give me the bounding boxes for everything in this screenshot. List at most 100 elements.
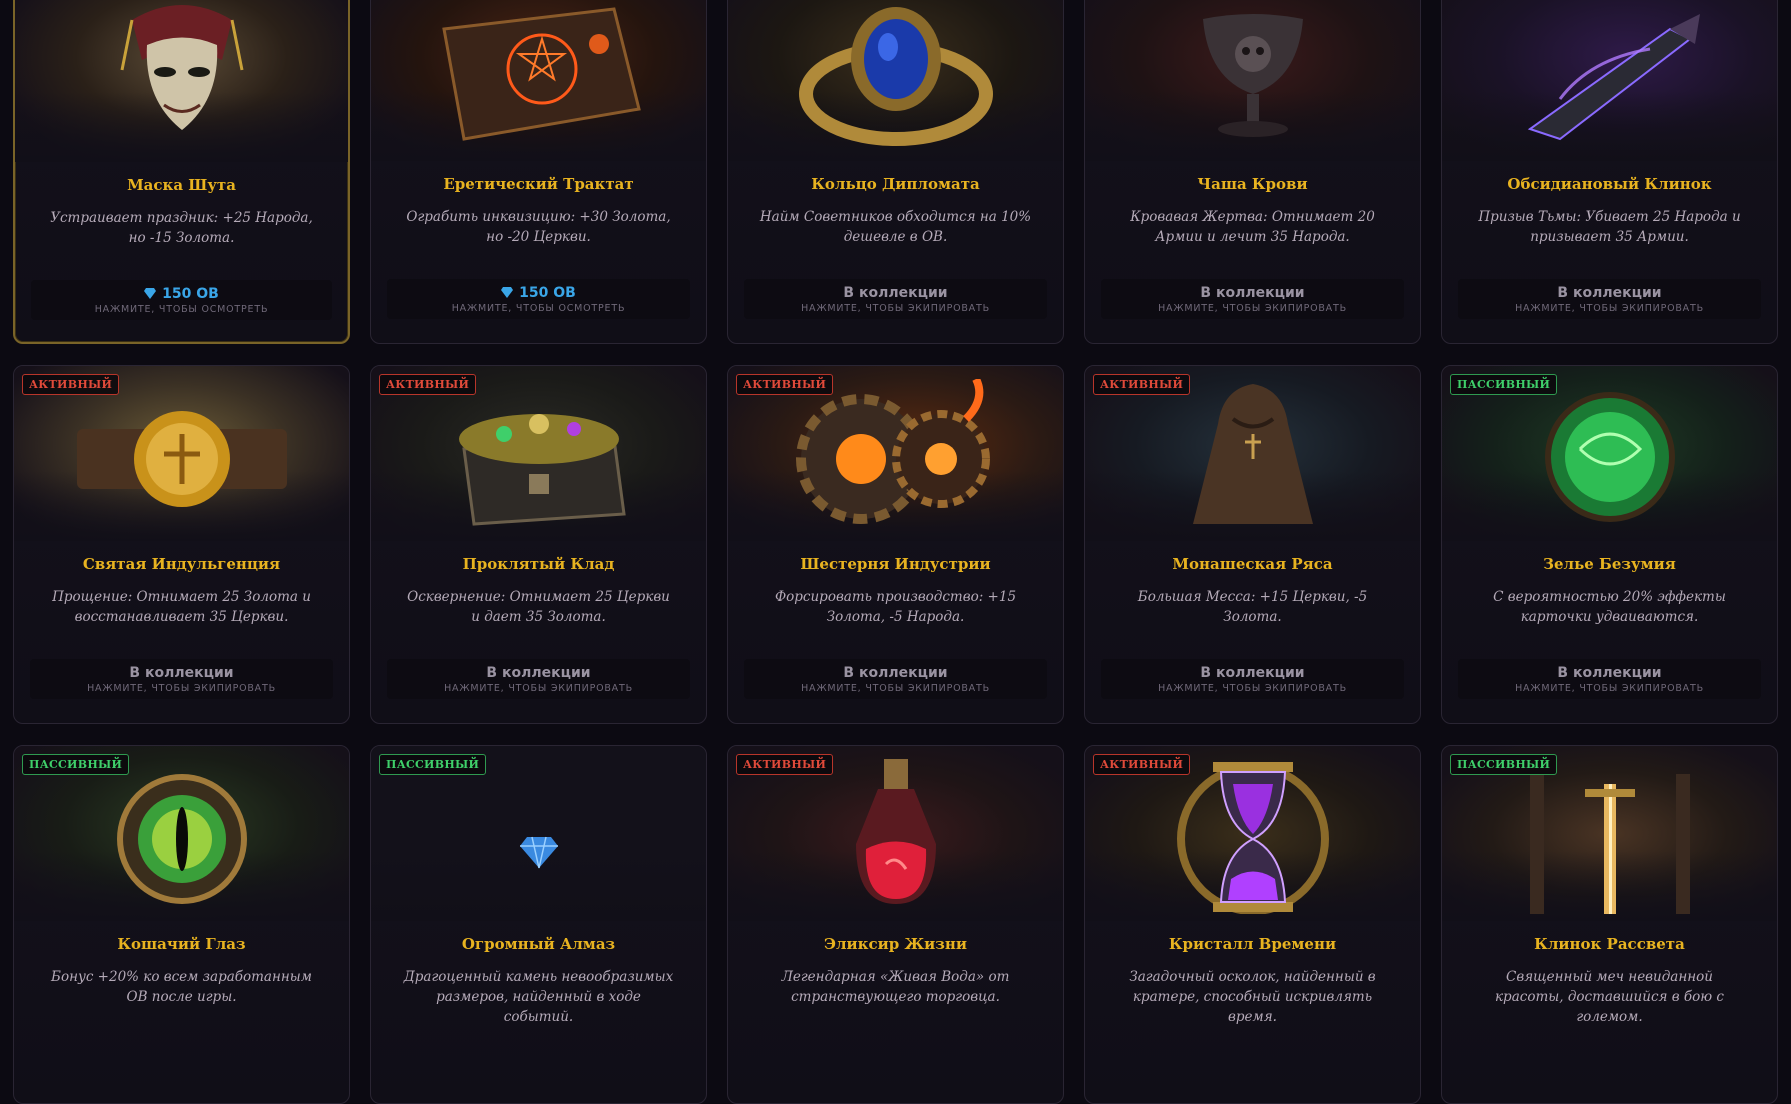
card-description: Легендарная «Живая Вода» от странствующе… bbox=[781, 969, 1010, 1005]
diamond-icon bbox=[501, 287, 514, 298]
artifact-card-cursed-chest[interactable]: АКТИВНЫЙ Проклятый Клад Осквернение: Отн… bbox=[370, 365, 707, 724]
holy-seal-icon bbox=[76, 410, 287, 507]
badge-passive: ПАССИВНЫЙ bbox=[1450, 754, 1558, 775]
life-elixir-icon bbox=[855, 758, 936, 904]
artifact-card-sapphire-ring[interactable]: Кольцо Дипломата Найм Советников обходит… bbox=[727, 0, 1064, 344]
heretic-book-art bbox=[371, 0, 706, 161]
artifact-card-industry-gear[interactable]: АКТИВНЫЙ Шестерня Индустрии Форсировать … bbox=[727, 365, 1064, 724]
equip-button[interactable]: В коллекции НАЖМИТЕ, ЧТОБЫ ЭКИПИРОВАТЬ bbox=[1458, 279, 1761, 319]
collection-status: В коллекции bbox=[843, 285, 948, 301]
action-hint: НАЖМИТЕ, ЧТОБЫ ЭКИПИРОВАТЬ bbox=[444, 683, 633, 694]
equip-button[interactable]: В коллекции НАЖМИТЕ, ЧТОБЫ ЭКИПИРОВАТЬ bbox=[744, 279, 1047, 319]
badge-active: АКТИВНЫЙ bbox=[736, 374, 834, 395]
action-hint: НАЖМИТЕ, ЧТОБЫ ЭКИПИРОВАТЬ bbox=[801, 303, 990, 314]
monk-robe-icon bbox=[1192, 383, 1313, 524]
artifact-card-diamond[interactable]: ПАССИВНЫЙ Огромный Алмаз Драгоценный кам… bbox=[370, 745, 707, 1104]
card-title: Зелье Безумия bbox=[1543, 555, 1676, 573]
card-description: Священный меч невиданной красоты, достав… bbox=[1495, 969, 1724, 1025]
action-hint: НАЖМИТЕ, ЧТОБЫ ЭКИПИРОВАТЬ bbox=[801, 683, 990, 694]
artifact-card-jester-mask[interactable]: Маска Шута Устраивает праздник: +25 Наро… bbox=[13, 0, 350, 344]
artifact-card-time-crystal[interactable]: АКТИВНЫЙ Кристалл Времени Загадочный оск… bbox=[1084, 745, 1421, 1104]
price-label: 150 ОВ bbox=[387, 285, 690, 301]
card-description: Загадочный осколок, найденный в кратере,… bbox=[1129, 969, 1376, 1025]
card-title: Монашеская Ряса bbox=[1172, 555, 1333, 573]
action-hint: НАЖМИТЕ, ЧТОБЫ ЭКИПИРОВАТЬ bbox=[1158, 303, 1347, 314]
card-description: Призыв Тьмы: Убивает 25 Народа и призыва… bbox=[1478, 209, 1741, 245]
card-title: Клинок Рассвета bbox=[1534, 935, 1685, 953]
action-hint: НАЖМИТЕ, ЧТОБЫ ЭКИПИРОВАТЬ bbox=[1515, 303, 1704, 314]
card-description: Найм Советников обходится на 10% дешевле… bbox=[759, 209, 1032, 245]
equip-button[interactable]: В коллекции НАЖМИТЕ, ЧТОБЫ ЭКИПИРОВАТЬ bbox=[387, 659, 690, 699]
artifact-card-dawn-blade[interactable]: ПАССИВНЫЙ Клинок Рассвета Священный меч … bbox=[1441, 745, 1778, 1104]
jester-mask-icon bbox=[120, 4, 243, 130]
card-description: Прощение: Отнимает 25 Золота и восстанав… bbox=[52, 589, 311, 625]
badge-passive: ПАССИВНЫЙ bbox=[1450, 374, 1558, 395]
equip-button[interactable]: В коллекции НАЖМИТЕ, ЧТОБЫ ЭКИПИРОВАТЬ bbox=[30, 659, 333, 699]
card-title: Проклятый Клад bbox=[462, 555, 615, 573]
artifact-card-holy-seal[interactable]: АКТИВНЫЙ Святая Индульгенция Прощение: О… bbox=[13, 365, 350, 724]
card-description: Драгоценный камень невообразимых размеро… bbox=[403, 969, 674, 1025]
collection-status: В коллекции bbox=[1557, 285, 1662, 301]
cat-eye-icon bbox=[116, 773, 247, 904]
card-title: Кольцо Дипломата bbox=[811, 175, 980, 193]
artifact-card-heretic-book[interactable]: Еретический Трактат Ограбить инквизицию:… bbox=[370, 0, 707, 344]
inspect-button[interactable]: 150 ОВ НАЖМИТЕ, ЧТОБЫ ОСМОТРЕТЬ bbox=[387, 279, 690, 319]
artifact-card-blood-chalice[interactable]: Чаша Крови Кровавая Жертва: Отнимает 20 … bbox=[1084, 0, 1421, 344]
diamond-icon bbox=[519, 836, 558, 868]
jester-mask-art bbox=[15, 0, 348, 162]
madness-potion-icon bbox=[1544, 391, 1675, 522]
blood-chalice-art bbox=[1085, 0, 1420, 161]
badge-active: АКТИВНЫЙ bbox=[22, 374, 120, 395]
obsidian-blade-icon bbox=[1527, 13, 1700, 140]
card-title: Эликсир Жизни bbox=[824, 935, 967, 953]
card-description: С вероятностью 20% эффекты карточки удва… bbox=[1493, 589, 1726, 625]
equip-button[interactable]: В коллекции НАЖМИТЕ, ЧТОБЫ ЭКИПИРОВАТЬ bbox=[744, 659, 1047, 699]
artifact-card-monk-robe[interactable]: АКТИВНЫЙ Монашеская Ряса Большая Месса: … bbox=[1084, 365, 1421, 724]
heretic-book-icon bbox=[441, 6, 641, 141]
card-description: Кровавая Жертва: Отнимает 20 Армии и леч… bbox=[1130, 209, 1375, 245]
artifact-card-cat-eye[interactable]: ПАССИВНЫЙ Кошачий Глаз Бонус +20% ко все… bbox=[13, 745, 350, 1104]
hourglass-icon bbox=[1176, 761, 1329, 914]
collection-status: В коллекции bbox=[129, 665, 234, 681]
equip-button[interactable]: В коллекции НАЖМИТЕ, ЧТОБЫ ЭКИПИРОВАТЬ bbox=[1101, 279, 1404, 319]
card-description: Бонус +20% ко всем заработанным ОВ после… bbox=[51, 969, 312, 1005]
collection-status: В коллекции bbox=[1557, 665, 1662, 681]
badge-active: АКТИВНЫЙ bbox=[1093, 374, 1191, 395]
badge-passive: ПАССИВНЫЙ bbox=[22, 754, 130, 775]
artifact-card-madness-potion[interactable]: ПАССИВНЫЙ Зелье Безумия С вероятностью 2… bbox=[1441, 365, 1778, 724]
equip-button[interactable]: В коллекции НАЖМИТЕ, ЧТОБЫ ЭКИПИРОВАТЬ bbox=[1101, 659, 1404, 699]
cursed-chest-icon bbox=[458, 413, 626, 526]
badge-active: АКТИВНЫЙ bbox=[379, 374, 477, 395]
card-title: Шестерня Индустрии bbox=[800, 555, 991, 573]
card-title: Маска Шута bbox=[127, 176, 236, 194]
card-title: Святая Индульгенция bbox=[82, 555, 281, 573]
action-hint: НАЖМИТЕ, ЧТОБЫ ЭКИПИРОВАТЬ bbox=[87, 683, 276, 694]
collection-status: В коллекции bbox=[486, 665, 591, 681]
card-description: Устраивает праздник: +25 Народа, но -15 … bbox=[50, 210, 313, 246]
artifact-card-obsidian-blade[interactable]: Обсидиановый Клинок Призыв Тьмы: Убивает… bbox=[1441, 0, 1778, 344]
card-description: Осквернение: Отнимает 25 Церкви и дает 3… bbox=[407, 589, 670, 625]
artifact-card-life-elixir[interactable]: АКТИВНЫЙ Эликсир Жизни Легендарная «Жива… bbox=[727, 745, 1064, 1104]
card-description: Форсировать производство: +15 Золота, -5… bbox=[774, 589, 1017, 625]
sapphire-ring-art bbox=[728, 0, 1063, 161]
action-hint: НАЖМИТЕ, ЧТОБЫ ОСМОТРЕТЬ bbox=[451, 303, 626, 314]
gear-icon bbox=[795, 378, 990, 524]
badge-active: АКТИВНЫЙ bbox=[1093, 754, 1191, 775]
dawn-blade-icon bbox=[1529, 773, 1690, 914]
collection-status: В коллекции bbox=[843, 665, 948, 681]
blood-chalice-icon bbox=[1202, 13, 1303, 137]
badge-passive: ПАССИВНЫЙ bbox=[379, 754, 487, 775]
card-description: Ограбить инквизицию: +30 Золота, но -20 … bbox=[406, 209, 671, 245]
action-hint: НАЖМИТЕ, ЧТОБЫ ОСМОТРЕТЬ bbox=[94, 304, 269, 315]
obsidian-blade-art bbox=[1442, 0, 1777, 161]
equip-button[interactable]: В коллекции НАЖМИТЕ, ЧТОБЫ ЭКИПИРОВАТЬ bbox=[1458, 659, 1761, 699]
diamond-icon bbox=[144, 288, 157, 299]
card-title: Еретический Трактат bbox=[443, 175, 634, 193]
inspect-button[interactable]: 150 ОВ НАЖМИТЕ, ЧТОБЫ ОСМОТРЕТЬ bbox=[31, 280, 332, 320]
card-title: Кристалл Времени bbox=[1168, 935, 1337, 953]
price-label: 150 ОВ bbox=[31, 286, 332, 302]
card-description: Большая Месса: +15 Церкви, -5 Золота. bbox=[1137, 589, 1368, 625]
action-hint: НАЖМИТЕ, ЧТОБЫ ЭКИПИРОВАТЬ bbox=[1515, 683, 1704, 694]
card-title: Кошачий Глаз bbox=[117, 935, 246, 953]
card-title: Огромный Алмаз bbox=[461, 935, 616, 953]
